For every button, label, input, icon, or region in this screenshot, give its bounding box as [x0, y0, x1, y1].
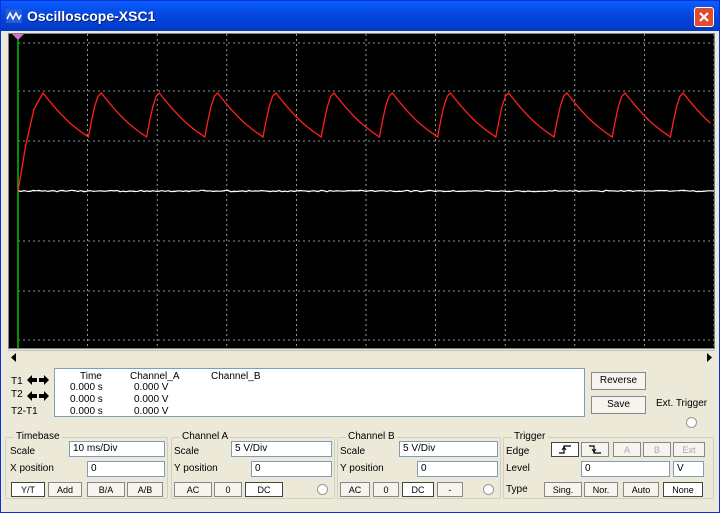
- channel-b-scale-field[interactable]: 5 V/Div: [399, 441, 498, 457]
- scroll-right-icon[interactable]: [705, 353, 713, 362]
- channel-b-dc-button[interactable]: DC: [402, 482, 434, 497]
- t2-channel-a: 0.000 V: [134, 394, 168, 405]
- reverse-button[interactable]: Reverse: [591, 372, 646, 390]
- trigger-title: Trigger: [512, 431, 547, 442]
- timebase-title: Timebase: [14, 431, 62, 442]
- channel-a-zero-button[interactable]: 0: [214, 482, 242, 497]
- t2-move-arrows-icon[interactable]: [27, 390, 49, 402]
- t1-move-arrows-icon[interactable]: [27, 374, 49, 386]
- trigger-level-label: Level: [506, 463, 530, 474]
- trigger-auto-button[interactable]: Auto: [623, 482, 659, 497]
- timebase-scale-label: Scale: [10, 446, 35, 457]
- header-time: Time: [80, 371, 102, 382]
- t2-label: T2: [11, 389, 23, 400]
- channel-b-ac-button[interactable]: AC: [340, 482, 370, 497]
- trigger-none-button[interactable]: None: [663, 482, 703, 497]
- x-position-field[interactable]: 0: [87, 461, 165, 477]
- t1-channel-a: 0.000 V: [134, 382, 168, 393]
- mode-yt-button[interactable]: Y/T: [11, 482, 45, 497]
- trigger-level-field[interactable]: 0: [581, 461, 670, 477]
- channel-b-ypos-field[interactable]: 0: [417, 461, 498, 477]
- channel-a-ypos-field[interactable]: 0: [251, 461, 332, 477]
- channel-a-dc-button[interactable]: DC: [245, 482, 283, 497]
- falling-edge-button[interactable]: [581, 442, 609, 457]
- rising-edge-icon: [558, 444, 572, 455]
- t1-label: T1: [11, 376, 23, 387]
- trigger-source-a-button[interactable]: A: [613, 442, 641, 457]
- t2-t1-channel-a: 0.000 V: [134, 406, 168, 417]
- channel-a-trace: [18, 93, 710, 191]
- channel-a-ac-button[interactable]: AC: [174, 482, 212, 497]
- close-button[interactable]: [694, 7, 714, 27]
- oscilloscope-app-icon: [6, 9, 22, 23]
- channel-b-zero-button[interactable]: 0: [373, 482, 399, 497]
- channel-a-title: Channel A: [180, 431, 230, 442]
- close-icon: [695, 8, 713, 26]
- channel-b-title: Channel B: [346, 431, 397, 442]
- rising-edge-button[interactable]: [551, 442, 579, 457]
- header-channel-a: Channel_A: [130, 371, 179, 382]
- timebase-scale-field[interactable]: 10 ms/Div: [69, 441, 165, 457]
- channel-b-terminal[interactable]: [483, 484, 494, 495]
- trigger-edge-label: Edge: [506, 446, 529, 457]
- mode-add-button[interactable]: Add: [48, 482, 82, 497]
- t2-time: 0.000 s: [70, 394, 103, 405]
- trigger-normal-button[interactable]: Nor.: [584, 482, 618, 497]
- t2-t1-time: 0.000 s: [70, 406, 103, 417]
- channel-a-terminal[interactable]: [317, 484, 328, 495]
- channel-b-scale-label: Scale: [340, 446, 365, 457]
- cursor-marker-icon[interactable]: [12, 34, 24, 40]
- window-title: Oscilloscope-XSC1: [27, 8, 155, 24]
- ext-trigger-label: Ext. Trigger: [656, 398, 707, 409]
- scroll-left-icon[interactable]: [10, 353, 18, 362]
- t2-t1-label: T2-T1: [11, 406, 38, 417]
- measurement-readout: Time Channel_A Channel_B 0.000 s 0.000 V…: [54, 368, 585, 417]
- channel-b-minus-button[interactable]: -: [437, 482, 463, 497]
- header-channel-b: Channel_B: [211, 371, 260, 382]
- save-button[interactable]: Save: [591, 396, 646, 414]
- channel-a-scale-label: Scale: [174, 446, 199, 457]
- trigger-single-button[interactable]: Sing.: [544, 482, 582, 497]
- trigger-source-b-button[interactable]: B: [643, 442, 671, 457]
- trigger-type-label: Type: [506, 484, 528, 495]
- oscilloscope-window: Oscilloscope-XSC1 T1 T2 T2-T1 Time Chann…: [0, 0, 720, 513]
- mode-b-over-a-button[interactable]: B/A: [87, 482, 125, 497]
- scope-display[interactable]: [8, 33, 715, 349]
- channel-b-ypos-label: Y position: [340, 463, 384, 474]
- mode-a-over-b-button[interactable]: A/B: [127, 482, 163, 497]
- falling-edge-icon: [588, 444, 602, 455]
- title-bar[interactable]: Oscilloscope-XSC1: [1, 1, 719, 31]
- trigger-level-unit[interactable]: V: [673, 461, 704, 477]
- channel-a-ypos-label: Y position: [174, 463, 218, 474]
- trigger-source-ext-button[interactable]: Ext: [673, 442, 705, 457]
- x-position-label: X position: [10, 463, 54, 474]
- scope-plot: [9, 34, 714, 348]
- t1-time: 0.000 s: [70, 382, 103, 393]
- horizontal-scrollbar[interactable]: [8, 350, 715, 365]
- channel-a-scale-field[interactable]: 5 V/Div: [231, 441, 332, 457]
- ext-trigger-terminal[interactable]: [686, 417, 697, 428]
